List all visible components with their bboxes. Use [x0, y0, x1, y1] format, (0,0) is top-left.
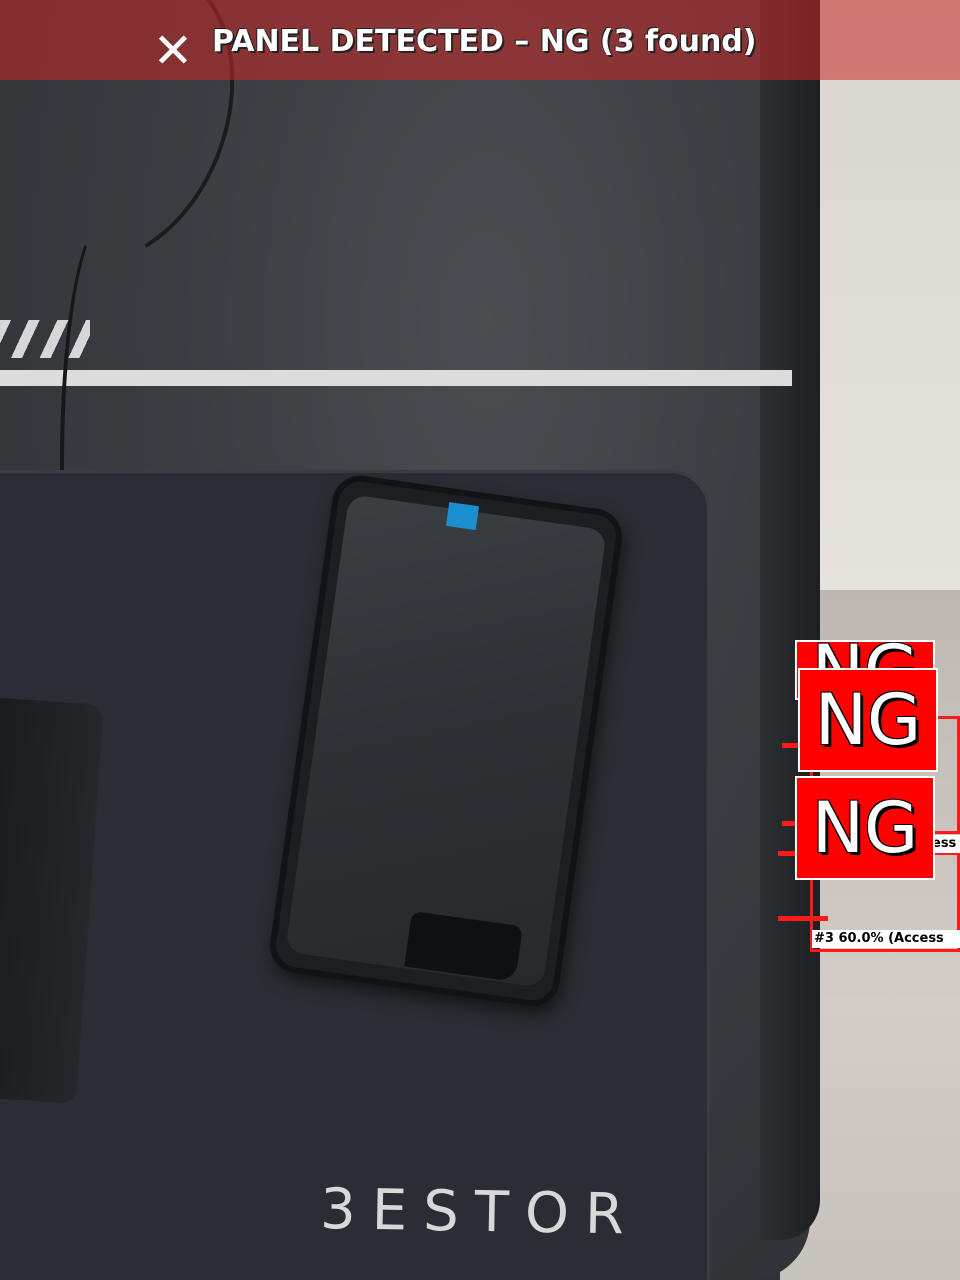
status-text: PANEL DETECTED – NG (3 found) — [212, 24, 757, 59]
detection-marker — [778, 916, 828, 921]
close-icon[interactable]: ✕ — [150, 27, 196, 75]
detection-label: #3 60.0% (Access — [812, 930, 960, 948]
status-banner: ✕ PANEL DETECTED – NG (3 found) — [0, 0, 960, 80]
ng-badge: NG — [798, 668, 938, 772]
phone-screen — [285, 494, 607, 988]
ng-badge: NG — [795, 776, 935, 880]
phone-sticker — [445, 502, 479, 531]
desk-edge — [760, 0, 820, 1240]
detection-marker — [782, 743, 798, 748]
background-wall — [800, 0, 960, 600]
mousepad-brand-logo: 3ESTOR — [319, 1177, 641, 1248]
